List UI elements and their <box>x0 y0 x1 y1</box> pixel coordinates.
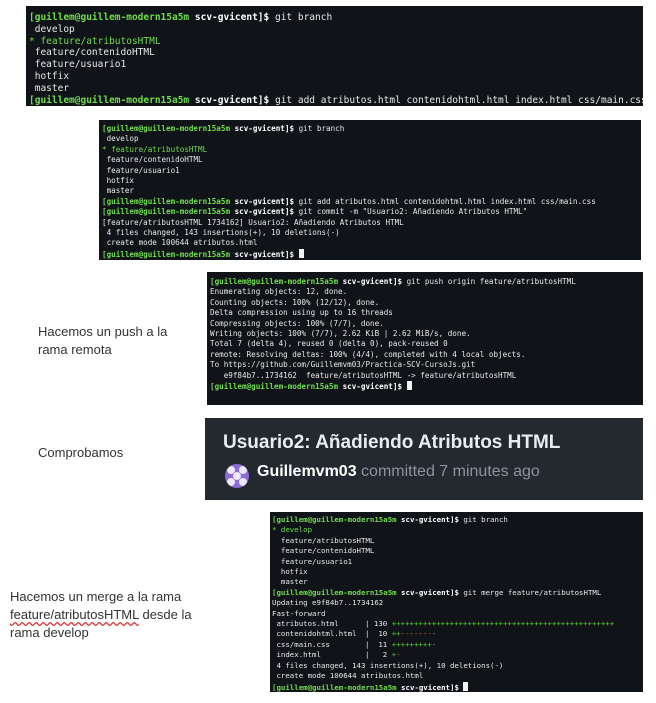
output-line: create mode 100644 atributos.html <box>102 238 258 248</box>
output-line: To https://github.com/Guillemvm03/Practi… <box>210 360 476 370</box>
terminal-line: [guillem@guillem-modern15a5m scv-gvicent… <box>272 587 602 597</box>
caption-merge-line: Hacemos un merge a la rama <box>10 589 182 604</box>
output-line: Fast-forward <box>272 608 326 618</box>
output-line: Compressing objects: 100% (7/7), done. <box>210 318 384 328</box>
output-line: 4 files changed, 143 insertions(+), 10 d… <box>102 228 340 238</box>
current-branch: * develop <box>272 525 313 535</box>
avatar-pattern <box>239 478 247 486</box>
output-line: remote: Resolving deltas: 100% (4/4), co… <box>210 349 526 359</box>
commit-author[interactable]: Guillemvm03 <box>257 463 357 480</box>
branch-item: feature/usuario1 <box>106 165 180 175</box>
current-branch: * feature/atributosHTML <box>102 144 208 154</box>
terminal-git-push: [guillem@guillem-modern15a5m scv-gvicent… <box>207 272 643 405</box>
commit-title[interactable]: Usuario2: Añadiendo Atributos HTML <box>223 432 560 454</box>
output-line: Delta compression using up to 16 threads <box>210 308 393 318</box>
terminal-git-branch-add: [guillem@guillem-modern15a5m scv-gvicent… <box>26 6 643 106</box>
commit-time: committed 7 minutes ago <box>356 463 540 480</box>
branch-item: feature/usuario1 <box>34 59 127 71</box>
terminal-git-merge: [guillem@guillem-modern15a5m scv-gvicent… <box>270 512 643 692</box>
terminal-line: [guillem@guillem-modern15a5m scv-gvicent… <box>102 196 596 206</box>
branch-item: develop <box>34 23 75 35</box>
branch-item: master <box>34 82 70 94</box>
current-branch: * feature/atributosHTML <box>29 35 161 47</box>
caption-merge-line: rama develop <box>10 625 89 640</box>
output-line: Writing objects: 100% (7/7), 2.62 KiB | … <box>210 329 471 339</box>
caption-merge: Hacemos un merge a la rama feature/atrib… <box>10 588 225 642</box>
caption-push: Hacemos un push a la rama remota <box>38 324 168 357</box>
diffstat-row: index.html | 2 +- <box>272 650 401 660</box>
diffstat-row: css/main.css | 11 +++++++++- <box>272 639 437 649</box>
output-line: create mode 100644 atributos.html <box>272 671 424 681</box>
terminal-line: [guillem@guillem-modern15a5m scv-gvicent… <box>102 124 345 133</box>
diffstat-row: atributos.html | 130 ++++++++++++++++++++… <box>272 619 615 629</box>
cursor <box>298 248 304 258</box>
branch-item: feature/atributosHTML <box>280 535 375 545</box>
branch-item: feature/contenidoHTML <box>106 155 203 165</box>
commit-author-line: Guillemvm03 committed 7 minutes ago <box>257 463 540 481</box>
terminal-line: [guillem@guillem-modern15a5m scv-gvicent… <box>102 248 641 260</box>
avatar-pattern <box>227 478 235 486</box>
terminal-git-commit: [guillem@guillem-modern15a5m scv-gvicent… <box>99 120 641 260</box>
branch-item: master <box>280 577 308 587</box>
branch-item: master <box>106 186 135 196</box>
branch-item: develop <box>106 134 139 144</box>
branch-item: feature/contenidoHTML <box>34 47 155 59</box>
branch-item: hotfix <box>106 176 135 186</box>
terminal-line: [guillem@guillem-modern15a5m scv-gvicent… <box>272 515 508 524</box>
branch-item: feature/contenidoHTML <box>280 546 375 556</box>
output-line: Enumerating objects: 12, done. <box>210 287 348 297</box>
caption-check: Comprobamos <box>38 445 124 460</box>
cursor <box>463 681 469 691</box>
diffstat-row: contenidohtml.html | 10 ++-------- <box>272 629 437 639</box>
output-line: Counting objects: 100% (12/12), done. <box>210 297 380 307</box>
terminal-line: [guillem@guillem-modern15a5m scv-gvicent… <box>102 207 528 217</box>
cursor <box>406 381 412 391</box>
github-commit-card: Usuario2: Añadiendo Atributos HTML Guill… <box>205 418 643 500</box>
output-line: [feature/atributosHTML 1734162] Usuario2… <box>102 217 404 227</box>
terminal-line: [guillem@guillem-modern15a5m scv-gvicent… <box>210 277 576 286</box>
branch-item: feature/usuario1 <box>280 556 353 566</box>
output-line: 4 files changed, 143 insertions(+), 10 d… <box>272 660 504 670</box>
avatar[interactable] <box>225 464 249 488</box>
caption-merge-line: feature/atributosHTML desde la <box>10 607 192 622</box>
output-line: Total 7 (delta 4), reused 0 (delta 0), p… <box>210 339 448 349</box>
spellcheck-word: feature/atributosHTML <box>10 607 139 622</box>
terminal-line: [guillem@guillem-modern15a5m scv-gvicent… <box>29 94 643 106</box>
terminal-line: [guillem@guillem-modern15a5m scv-gvicent… <box>272 681 643 693</box>
branch-item: hotfix <box>34 70 70 82</box>
terminal-line: [guillem@guillem-modern15a5m scv-gvicent… <box>210 381 643 392</box>
branch-item: hotfix <box>280 567 308 577</box>
output-line: e9f84b7..1734162 feature/atributosHTML -… <box>210 370 517 380</box>
output-line: Updating e9f84b7..1734162 <box>272 598 384 608</box>
terminal-line: [guillem@guillem-modern15a5m scv-gvicent… <box>29 12 333 23</box>
